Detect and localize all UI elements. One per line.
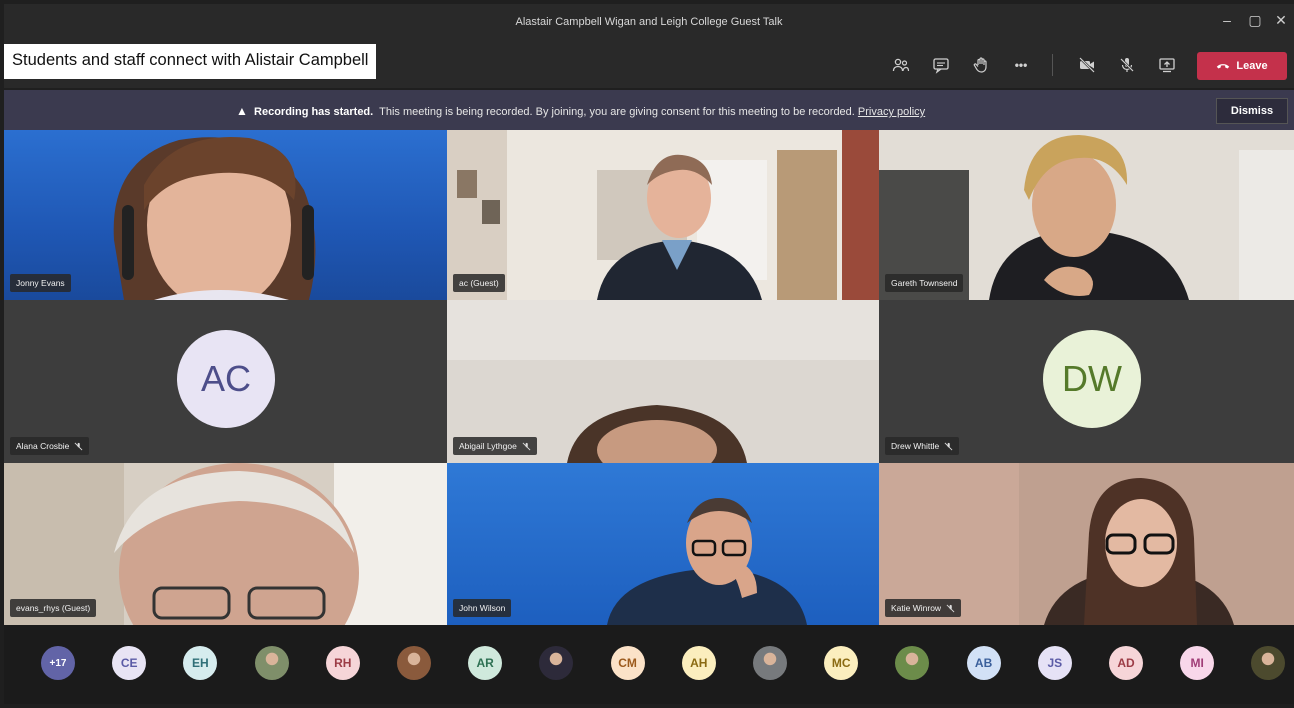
participant-video bbox=[447, 130, 879, 300]
participant-avatar[interactable]: AR bbox=[468, 646, 503, 680]
avatar: AC bbox=[177, 330, 275, 428]
raise-hand-icon[interactable] bbox=[970, 54, 992, 76]
teams-meeting-window: Alastair Campbell Wigan and Leigh Colleg… bbox=[4, 4, 1294, 704]
participant-avatar[interactable]: EH bbox=[183, 646, 218, 680]
dismiss-button[interactable]: Dismiss bbox=[1216, 98, 1288, 124]
participant-name-tag: Jonny Evans bbox=[10, 274, 71, 292]
phone-hangup-icon bbox=[1217, 64, 1230, 69]
video-tile-jonny-evans[interactable]: Jonny Evans bbox=[4, 130, 447, 300]
video-tile-katie-winrow[interactable]: Katie Winrow bbox=[879, 463, 1294, 625]
participant-name: Gareth Townsend bbox=[891, 278, 958, 288]
video-tile-gareth-townsend[interactable]: Gareth Townsend bbox=[879, 130, 1294, 300]
participant-avatar[interactable]: JS bbox=[1037, 646, 1072, 680]
caption-overlay: Students and staff connect with Alistair… bbox=[4, 44, 377, 79]
warning-icon: ▲ bbox=[236, 104, 248, 118]
banner-title: Recording has started. bbox=[254, 106, 374, 118]
participant-name: evans_rhys (Guest) bbox=[16, 603, 91, 613]
participant-avatar[interactable]: MC bbox=[824, 646, 859, 680]
participant-name-tag: John Wilson bbox=[453, 599, 512, 617]
video-grid: Jonny Evans ac (Guest) Gareth Townsend A… bbox=[4, 130, 1294, 625]
participant-strip: +17 CE EH RH AR CM AH MC AB JS AD MI bbox=[4, 625, 1294, 704]
participant-name: John Wilson bbox=[459, 603, 506, 613]
participant-name: Katie Winrow bbox=[891, 603, 942, 613]
participant-video bbox=[607, 498, 807, 625]
minimize-button[interactable]: – bbox=[1216, 12, 1238, 28]
participant-avatar[interactable]: +17 bbox=[41, 646, 75, 680]
video-tile-evans-rhys[interactable]: evans_rhys (Guest) bbox=[4, 463, 447, 625]
video-tile-john-wilson[interactable]: John Wilson bbox=[447, 463, 879, 625]
mic-off-icon bbox=[944, 442, 953, 450]
mic-off-icon[interactable] bbox=[1116, 54, 1138, 76]
window-title: Alastair Campbell Wigan and Leigh Colleg… bbox=[515, 16, 783, 28]
participant-photo[interactable] bbox=[1251, 646, 1286, 680]
mic-off-icon bbox=[74, 442, 83, 450]
participant-name: Abigail Lythgoe bbox=[459, 441, 517, 451]
participant-avatar[interactable]: RH bbox=[325, 646, 360, 680]
banner-text: ▲ Recording has started. This meeting is… bbox=[236, 104, 925, 118]
participant-photo[interactable] bbox=[753, 646, 787, 680]
participant-name-tag: ac (Guest) bbox=[453, 274, 505, 292]
participant-name-tag: Gareth Townsend bbox=[885, 274, 964, 292]
leave-button[interactable]: Leave bbox=[1197, 52, 1287, 80]
toolbar-divider bbox=[1052, 54, 1053, 76]
video-tile-ac-guest[interactable]: ac (Guest) bbox=[447, 130, 879, 300]
leave-label: Leave bbox=[1236, 60, 1268, 72]
participant-avatar[interactable]: CM bbox=[610, 646, 645, 680]
participant-name: ac (Guest) bbox=[459, 278, 499, 288]
participant-name-tag: evans_rhys (Guest) bbox=[10, 599, 97, 617]
mic-off-icon bbox=[946, 604, 955, 612]
participant-avatar[interactable]: CE bbox=[112, 646, 147, 680]
title-bar: Alastair Campbell Wigan and Leigh Colleg… bbox=[4, 4, 1294, 42]
participant-avatar[interactable]: AD bbox=[1109, 646, 1143, 680]
banner-message: This meeting is being recorded. By joini… bbox=[379, 106, 855, 118]
maximize-button[interactable]: ▢ bbox=[1244, 12, 1266, 29]
participant-name-tag: Alana Crosbie bbox=[10, 437, 90, 455]
participant-photo[interactable] bbox=[895, 646, 930, 680]
participant-avatar[interactable]: AH bbox=[681, 646, 716, 680]
participant-avatar[interactable]: MI bbox=[1180, 646, 1215, 680]
participant-name-tag: Abigail Lythgoe bbox=[453, 437, 537, 455]
participant-name: Drew Whittle bbox=[891, 441, 940, 451]
video-tile-drew-whittle[interactable]: DW Drew Whittle bbox=[879, 300, 1294, 463]
privacy-policy-link[interactable]: Privacy policy bbox=[858, 106, 925, 118]
close-button[interactable]: ✕ bbox=[1270, 12, 1292, 29]
avatar: DW bbox=[1043, 330, 1141, 428]
video-tile-abigail-lythgoe[interactable]: Abigail Lythgoe bbox=[447, 300, 879, 463]
participant-photo[interactable] bbox=[397, 646, 431, 680]
recording-banner: ▲ Recording has started. This meeting is… bbox=[4, 90, 1294, 130]
chat-icon[interactable] bbox=[930, 54, 952, 76]
participant-name-tag: Katie Winrow bbox=[885, 599, 962, 617]
mic-off-icon bbox=[522, 442, 531, 450]
participant-name: Jonny Evans bbox=[16, 278, 65, 288]
more-options-icon[interactable]: ••• bbox=[1010, 54, 1032, 76]
share-screen-icon[interactable] bbox=[1156, 54, 1178, 76]
participant-name: Alana Crosbie bbox=[16, 441, 70, 451]
participant-photo[interactable] bbox=[254, 646, 289, 680]
participant-name-tag: Drew Whittle bbox=[885, 437, 960, 455]
participants-icon[interactable] bbox=[890, 54, 912, 76]
camera-off-icon[interactable] bbox=[1076, 54, 1098, 76]
participant-avatar[interactable]: AB bbox=[966, 646, 1001, 680]
participant-photo[interactable] bbox=[539, 646, 574, 680]
video-tile-alana-crosbie[interactable]: AC Alana Crosbie bbox=[4, 300, 447, 463]
